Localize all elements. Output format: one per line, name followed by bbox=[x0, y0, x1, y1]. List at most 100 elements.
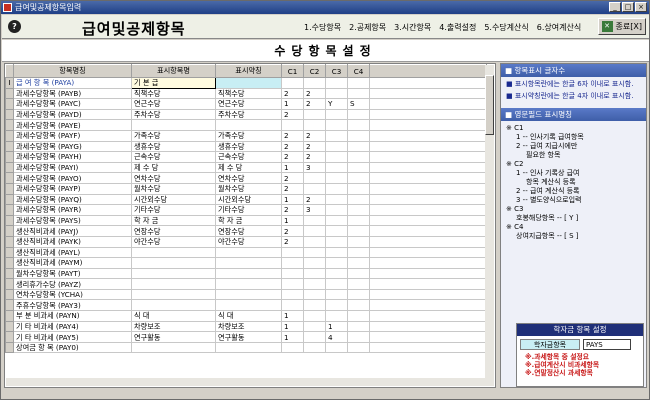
table-cell[interactable]: 1 bbox=[325, 320, 348, 333]
table-cell[interactable]: 2 bbox=[303, 98, 326, 110]
table-cell[interactable]: 근속수당 bbox=[131, 151, 216, 163]
table-row[interactable]: 기 타 비과세 (PAY4) 차량보조 차량보조 1 1 bbox=[5, 320, 487, 333]
table-cell[interactable]: 과세수당항목 (PAYI) bbox=[13, 161, 132, 174]
row-indicator[interactable] bbox=[5, 140, 14, 153]
table-cell[interactable]: 생산직비과세 (PAYM) bbox=[13, 257, 132, 269]
menu-item-bonus-formula[interactable]: 6.상여계산식 bbox=[533, 22, 585, 33]
row-indicator[interactable] bbox=[5, 129, 14, 142]
table-cell[interactable]: 생휴수당 bbox=[131, 140, 216, 153]
table-cell[interactable] bbox=[281, 341, 304, 354]
table-cell[interactable] bbox=[325, 310, 348, 322]
table-cell[interactable] bbox=[325, 193, 348, 206]
row-indicator[interactable] bbox=[5, 172, 14, 184]
table-row[interactable]: 상여금 항 목 (PAY0) bbox=[5, 341, 487, 354]
table-cell[interactable]: 1 bbox=[281, 161, 304, 174]
table-cell[interactable] bbox=[131, 341, 216, 354]
table-cell[interactable] bbox=[347, 172, 370, 184]
table-cell[interactable]: 학 자 금 bbox=[131, 214, 216, 227]
table-cell[interactable] bbox=[281, 288, 304, 301]
table-row[interactable]: 생산직비과세 (PAYM) bbox=[5, 257, 487, 269]
table-cell[interactable]: 2 bbox=[303, 129, 326, 142]
table-cell[interactable]: 1 bbox=[281, 320, 304, 333]
table-cell[interactable]: 연근수당 bbox=[131, 98, 216, 110]
table-cell[interactable]: 2 bbox=[303, 193, 326, 206]
table-cell[interactable] bbox=[131, 278, 216, 290]
table-row[interactable]: 과세수당항목 (PAYD) 주차수당 주차수당 2 bbox=[5, 108, 487, 121]
table-cell[interactable] bbox=[215, 278, 282, 290]
maximize-button[interactable]: □ bbox=[622, 2, 634, 12]
table-cell[interactable]: 생휴수당 bbox=[215, 140, 282, 153]
table-cell[interactable] bbox=[325, 225, 348, 237]
table-cell[interactable] bbox=[215, 77, 282, 89]
column-header[interactable]: C2 bbox=[303, 64, 326, 78]
table-cell[interactable] bbox=[131, 288, 216, 301]
table-row[interactable]: 과세수당항목 (PAYO) 연차수당 연차수당 2 bbox=[5, 172, 487, 184]
table-cell[interactable]: 부 분 비과세 (PAYN) bbox=[13, 310, 132, 322]
table-cell[interactable]: 2 bbox=[281, 204, 304, 216]
table-cell[interactable]: 근속수당 bbox=[215, 151, 282, 163]
row-indicator[interactable] bbox=[5, 288, 14, 301]
table-cell[interactable] bbox=[303, 341, 326, 354]
table-cell[interactable]: 생산직비과세 (PAYK) bbox=[13, 235, 132, 248]
table-cell[interactable]: 주차수당 bbox=[215, 108, 282, 121]
table-cell[interactable] bbox=[215, 257, 282, 269]
table-cell[interactable]: 과세수당항목 (PAYF) bbox=[13, 129, 132, 142]
table-cell[interactable] bbox=[347, 257, 370, 269]
table-cell[interactable]: 생리휴가수당 (PAYZ) bbox=[13, 278, 132, 290]
table-cell[interactable]: 연장수당 bbox=[131, 225, 216, 237]
table-row[interactable]: 생산직비과세 (PAYL) bbox=[5, 246, 487, 259]
table-cell[interactable] bbox=[131, 246, 216, 259]
table-row[interactable]: 과세수당항목 (PAYB) 직책수당 직책수당 2 2 bbox=[5, 87, 487, 100]
scroll-thumb[interactable] bbox=[485, 75, 494, 135]
table-row[interactable]: I급 여 항 목 (PAYA) 기 본 급 bbox=[5, 77, 487, 89]
table-cell[interactable] bbox=[303, 225, 326, 237]
table-cell[interactable] bbox=[303, 235, 326, 248]
table-cell[interactable]: 과세수당항목 (PAYE) bbox=[13, 119, 132, 131]
table-cell[interactable]: 시간외수당 bbox=[215, 193, 282, 206]
table-cell[interactable] bbox=[347, 182, 370, 195]
table-cell[interactable] bbox=[347, 119, 370, 131]
table-cell[interactable] bbox=[303, 320, 326, 333]
table-row[interactable]: 과세수당항목 (PAYP) 월차수당 월차수당 2 bbox=[5, 182, 487, 195]
table-cell[interactable]: 야간수당 bbox=[131, 235, 216, 248]
table-cell[interactable]: 연구활동 bbox=[131, 331, 216, 343]
table-cell[interactable] bbox=[325, 77, 348, 89]
table-cell[interactable]: 1 bbox=[281, 310, 304, 322]
table-cell[interactable] bbox=[281, 246, 304, 259]
table-cell[interactable] bbox=[325, 214, 348, 227]
table-cell[interactable] bbox=[347, 225, 370, 237]
table-cell[interactable]: 과세수당항목 (PAYR) bbox=[13, 204, 132, 216]
table-cell[interactable]: 직책수당 bbox=[131, 87, 216, 100]
table-cell[interactable]: 과세수당항목 (PAYD) bbox=[13, 108, 132, 121]
table-cell[interactable]: 연차수당 bbox=[131, 172, 216, 184]
table-cell[interactable]: 4 bbox=[325, 331, 348, 343]
table-cell[interactable] bbox=[303, 331, 326, 343]
table-cell[interactable]: 과세수당항목 (PAYO) bbox=[13, 172, 132, 184]
row-indicator[interactable] bbox=[5, 225, 14, 237]
table-cell[interactable]: 과세수당항목 (PAYH) bbox=[13, 151, 132, 163]
table-cell[interactable] bbox=[347, 129, 370, 142]
table-cell[interactable] bbox=[303, 257, 326, 269]
table-cell[interactable] bbox=[347, 246, 370, 259]
table-cell[interactable] bbox=[215, 299, 282, 312]
table-cell[interactable]: 2 bbox=[281, 182, 304, 195]
row-indicator[interactable] bbox=[5, 341, 14, 354]
column-header[interactable]: C1 bbox=[281, 64, 304, 78]
table-cell[interactable]: 학 자 금 bbox=[215, 214, 282, 227]
table-cell[interactable]: 1 bbox=[281, 331, 304, 343]
table-row[interactable]: 과세수당항목 (PAYI) 제 수 당제 수 당13 bbox=[5, 161, 487, 174]
table-cell[interactable]: 연장수당 bbox=[215, 225, 282, 237]
row-indicator[interactable]: I bbox=[5, 77, 14, 89]
row-indicator[interactable] bbox=[5, 257, 14, 269]
table-cell[interactable]: Y bbox=[325, 98, 348, 110]
table-cell[interactable] bbox=[325, 288, 348, 301]
table-cell[interactable] bbox=[131, 299, 216, 312]
table-row[interactable]: 과세수당항목 (PAYH) 근속수당 근속수당 2 2 bbox=[5, 151, 487, 163]
menu-item-allowance-formula[interactable]: 5.수당계산식 bbox=[480, 22, 532, 33]
menu-item-deduction[interactable]: 2.공제항목 bbox=[345, 22, 390, 33]
table-cell[interactable]: 가족수당 bbox=[131, 129, 216, 142]
table-cell[interactable]: 2 bbox=[303, 151, 326, 163]
row-indicator[interactable] bbox=[5, 267, 14, 280]
table-cell[interactable] bbox=[347, 299, 370, 312]
table-cell[interactable]: 제 수 당 bbox=[215, 161, 282, 174]
